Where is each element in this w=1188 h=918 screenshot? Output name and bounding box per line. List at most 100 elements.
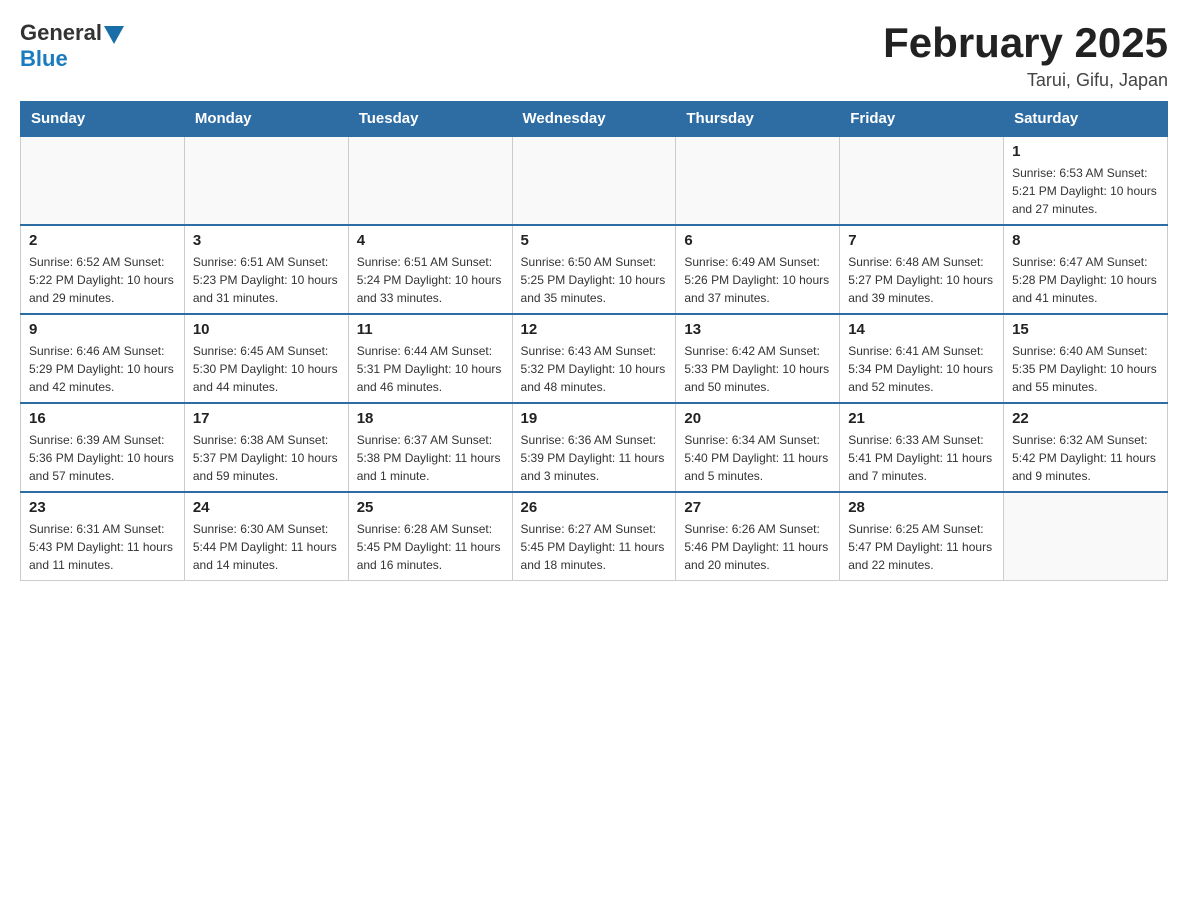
day-number: 27 xyxy=(684,499,831,516)
calendar-week-row: 23 Sunrise: 6:31 AM Sunset: 5:43 PM Dayli… xyxy=(21,492,1168,581)
day-number: 26 xyxy=(521,499,668,516)
day-info: Sunrise: 6:28 AM Sunset: 5:45 PM Dayligh… xyxy=(357,520,504,574)
calendar-cell xyxy=(184,136,348,225)
calendar-cell xyxy=(21,136,185,225)
day-number: 25 xyxy=(357,499,504,516)
logo-arrow-icon xyxy=(104,26,124,44)
day-info: Sunrise: 6:45 AM Sunset: 5:30 PM Dayligh… xyxy=(193,342,340,396)
calendar-cell: 27 Sunrise: 6:26 AM Sunset: 5:46 PM Dayli… xyxy=(676,492,840,581)
calendar-week-row: 16Sunrise: 6:39 AM Sunset: 5:36 PM Dayli… xyxy=(21,403,1168,492)
day-info: Sunrise: 6:49 AM Sunset: 5:26 PM Dayligh… xyxy=(684,253,831,307)
logo-blue-label: Blue xyxy=(20,46,68,72)
day-info: Sunrise: 6:32 AM Sunset: 5:42 PM Dayligh… xyxy=(1012,431,1159,485)
calendar-cell xyxy=(348,136,512,225)
calendar-week-row: 2Sunrise: 6:52 AM Sunset: 5:22 PM Daylig… xyxy=(21,225,1168,314)
day-info: Sunrise: 6:36 AM Sunset: 5:39 PM Dayligh… xyxy=(521,431,668,485)
day-info: Sunrise: 6:46 AM Sunset: 5:29 PM Dayligh… xyxy=(29,342,176,396)
day-info: Sunrise: 6:34 AM Sunset: 5:40 PM Dayligh… xyxy=(684,431,831,485)
calendar-cell: 3 Sunrise: 6:51 AM Sunset: 5:23 PM Daylig… xyxy=(184,225,348,314)
title-area: February 2025 Tarui, Gifu, Japan xyxy=(883,20,1168,91)
day-number: 6 xyxy=(684,232,831,249)
day-header-sunday: Sunday xyxy=(21,102,185,137)
day-number: 18 xyxy=(357,410,504,427)
calendar-table: SundayMondayTuesdayWednesdayThursdayFrid… xyxy=(20,101,1168,581)
day-number: 7 xyxy=(848,232,995,249)
calendar-cell xyxy=(840,136,1004,225)
day-number: 3 xyxy=(193,232,340,249)
calendar-cell: 17 Sunrise: 6:38 AM Sunset: 5:37 PM Dayli… xyxy=(184,403,348,492)
day-info: Sunrise: 6:51 AM Sunset: 5:24 PM Dayligh… xyxy=(357,253,504,307)
location-text: Tarui, Gifu, Japan xyxy=(883,70,1168,91)
calendar-cell: 25 Sunrise: 6:28 AM Sunset: 5:45 PM Dayli… xyxy=(348,492,512,581)
calendar-cell: 4 Sunrise: 6:51 AM Sunset: 5:24 PM Daylig… xyxy=(348,225,512,314)
day-number: 11 xyxy=(357,321,504,338)
calendar-cell: 23 Sunrise: 6:31 AM Sunset: 5:43 PM Dayli… xyxy=(21,492,185,581)
day-number: 1 xyxy=(1012,143,1159,160)
calendar-week-row: 9 Sunrise: 6:46 AM Sunset: 5:29 PM Daylig… xyxy=(21,314,1168,403)
day-info: Sunrise: 6:44 AM Sunset: 5:31 PM Dayligh… xyxy=(357,342,504,396)
month-title: February 2025 xyxy=(883,20,1168,66)
calendar-cell: 26 Sunrise: 6:27 AM Sunset: 5:45 PM Dayli… xyxy=(512,492,676,581)
day-number: 10 xyxy=(193,321,340,338)
calendar-cell: 24 Sunrise: 6:30 AM Sunset: 5:44 PM Dayli… xyxy=(184,492,348,581)
day-header-thursday: Thursday xyxy=(676,102,840,137)
calendar-cell: 18 Sunrise: 6:37 AM Sunset: 5:38 PM Dayli… xyxy=(348,403,512,492)
calendar-week-row: 1 Sunrise: 6:53 AM Sunset: 5:21 PM Daylig… xyxy=(21,136,1168,225)
calendar-cell: 28 Sunrise: 6:25 AM Sunset: 5:47 PM Dayli… xyxy=(840,492,1004,581)
day-info: Sunrise: 6:47 AM Sunset: 5:28 PM Dayligh… xyxy=(1012,253,1159,307)
day-info: Sunrise: 6:52 AM Sunset: 5:22 PM Dayligh… xyxy=(29,253,176,307)
day-info: Sunrise: 6:42 AM Sunset: 5:33 PM Dayligh… xyxy=(684,342,831,396)
logo-general-text: General xyxy=(20,20,124,46)
calendar-cell: 22Sunrise: 6:32 AM Sunset: 5:42 PM Dayli… xyxy=(1004,403,1168,492)
day-number: 8 xyxy=(1012,232,1159,249)
calendar-header-row: SundayMondayTuesdayWednesdayThursdayFrid… xyxy=(21,102,1168,137)
calendar-cell: 20Sunrise: 6:34 AM Sunset: 5:40 PM Dayli… xyxy=(676,403,840,492)
day-info: Sunrise: 6:50 AM Sunset: 5:25 PM Dayligh… xyxy=(521,253,668,307)
day-info: Sunrise: 6:33 AM Sunset: 5:41 PM Dayligh… xyxy=(848,431,995,485)
day-info: Sunrise: 6:31 AM Sunset: 5:43 PM Dayligh… xyxy=(29,520,176,574)
day-number: 23 xyxy=(29,499,176,516)
day-header-monday: Monday xyxy=(184,102,348,137)
day-info: Sunrise: 6:51 AM Sunset: 5:23 PM Dayligh… xyxy=(193,253,340,307)
day-info: Sunrise: 6:37 AM Sunset: 5:38 PM Dayligh… xyxy=(357,431,504,485)
day-info: Sunrise: 6:30 AM Sunset: 5:44 PM Dayligh… xyxy=(193,520,340,574)
day-info: Sunrise: 6:48 AM Sunset: 5:27 PM Dayligh… xyxy=(848,253,995,307)
day-info: Sunrise: 6:25 AM Sunset: 5:47 PM Dayligh… xyxy=(848,520,995,574)
day-number: 19 xyxy=(521,410,668,427)
calendar-cell: 1 Sunrise: 6:53 AM Sunset: 5:21 PM Daylig… xyxy=(1004,136,1168,225)
day-number: 9 xyxy=(29,321,176,338)
calendar-cell: 8 Sunrise: 6:47 AM Sunset: 5:28 PM Daylig… xyxy=(1004,225,1168,314)
day-info: Sunrise: 6:53 AM Sunset: 5:21 PM Dayligh… xyxy=(1012,164,1159,218)
day-info: Sunrise: 6:27 AM Sunset: 5:45 PM Dayligh… xyxy=(521,520,668,574)
day-number: 5 xyxy=(521,232,668,249)
day-number: 15 xyxy=(1012,321,1159,338)
calendar-cell: 6 Sunrise: 6:49 AM Sunset: 5:26 PM Daylig… xyxy=(676,225,840,314)
calendar-cell xyxy=(1004,492,1168,581)
day-info: Sunrise: 6:26 AM Sunset: 5:46 PM Dayligh… xyxy=(684,520,831,574)
day-header-tuesday: Tuesday xyxy=(348,102,512,137)
calendar-cell: 2Sunrise: 6:52 AM Sunset: 5:22 PM Daylig… xyxy=(21,225,185,314)
calendar-cell: 15 Sunrise: 6:40 AM Sunset: 5:35 PM Dayli… xyxy=(1004,314,1168,403)
day-number: 4 xyxy=(357,232,504,249)
day-number: 12 xyxy=(521,321,668,338)
day-number: 13 xyxy=(684,321,831,338)
logo: General Blue xyxy=(20,20,124,72)
day-number: 17 xyxy=(193,410,340,427)
calendar-cell xyxy=(512,136,676,225)
day-number: 14 xyxy=(848,321,995,338)
calendar-cell: 7 Sunrise: 6:48 AM Sunset: 5:27 PM Daylig… xyxy=(840,225,1004,314)
day-info: Sunrise: 6:40 AM Sunset: 5:35 PM Dayligh… xyxy=(1012,342,1159,396)
day-header-saturday: Saturday xyxy=(1004,102,1168,137)
day-number: 21 xyxy=(848,410,995,427)
day-number: 28 xyxy=(848,499,995,516)
day-info: Sunrise: 6:38 AM Sunset: 5:37 PM Dayligh… xyxy=(193,431,340,485)
general-label: General xyxy=(20,20,102,46)
calendar-cell xyxy=(676,136,840,225)
calendar-cell: 19 Sunrise: 6:36 AM Sunset: 5:39 PM Dayli… xyxy=(512,403,676,492)
calendar-cell: 12Sunrise: 6:43 AM Sunset: 5:32 PM Dayli… xyxy=(512,314,676,403)
calendar-cell: 10 Sunrise: 6:45 AM Sunset: 5:30 PM Dayli… xyxy=(184,314,348,403)
calendar-cell: 16Sunrise: 6:39 AM Sunset: 5:36 PM Dayli… xyxy=(21,403,185,492)
calendar-cell: 9 Sunrise: 6:46 AM Sunset: 5:29 PM Daylig… xyxy=(21,314,185,403)
calendar-cell: 21 Sunrise: 6:33 AM Sunset: 5:41 PM Dayli… xyxy=(840,403,1004,492)
day-number: 24 xyxy=(193,499,340,516)
